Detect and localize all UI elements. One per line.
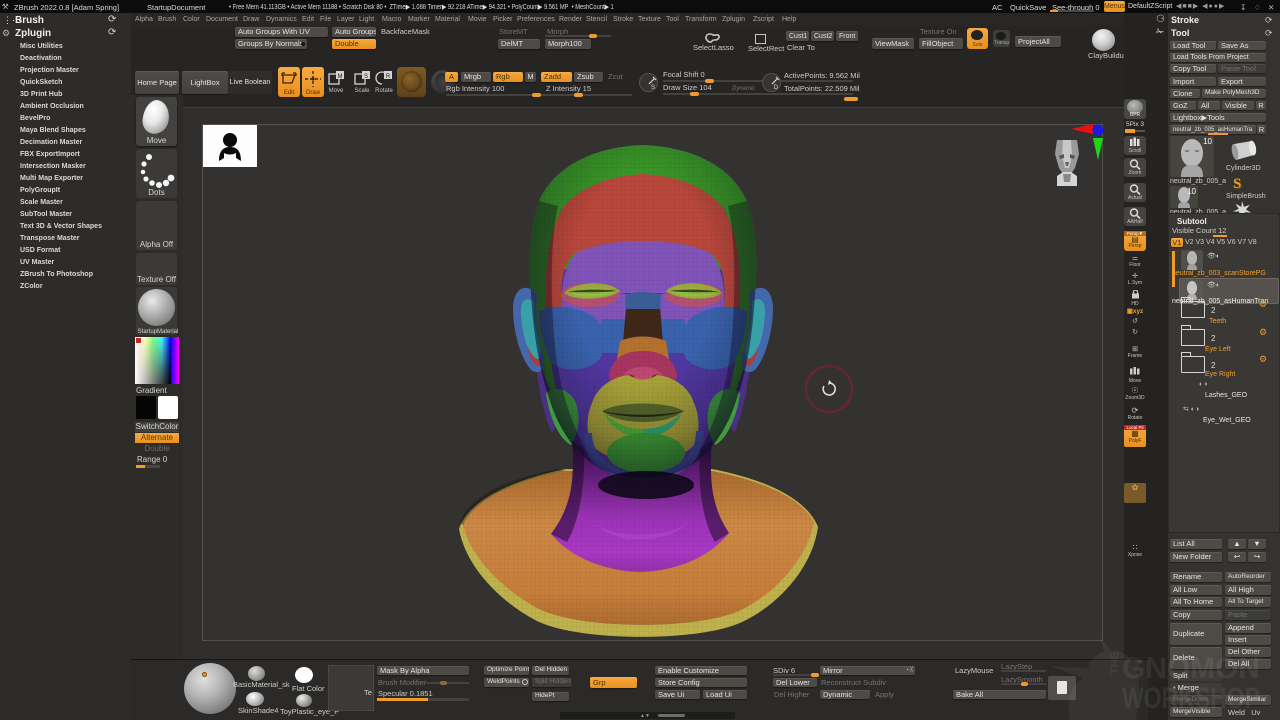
svg-text:R: R <box>386 74 391 80</box>
svg-text:WORKSHOP: WORKSHOP <box>1122 682 1260 715</box>
svg-text:GNOMON: GNOMON <box>1122 652 1260 685</box>
svg-text:THE: THE <box>1109 652 1121 674</box>
svg-text:M: M <box>338 74 343 80</box>
svg-text:S: S <box>364 74 368 80</box>
